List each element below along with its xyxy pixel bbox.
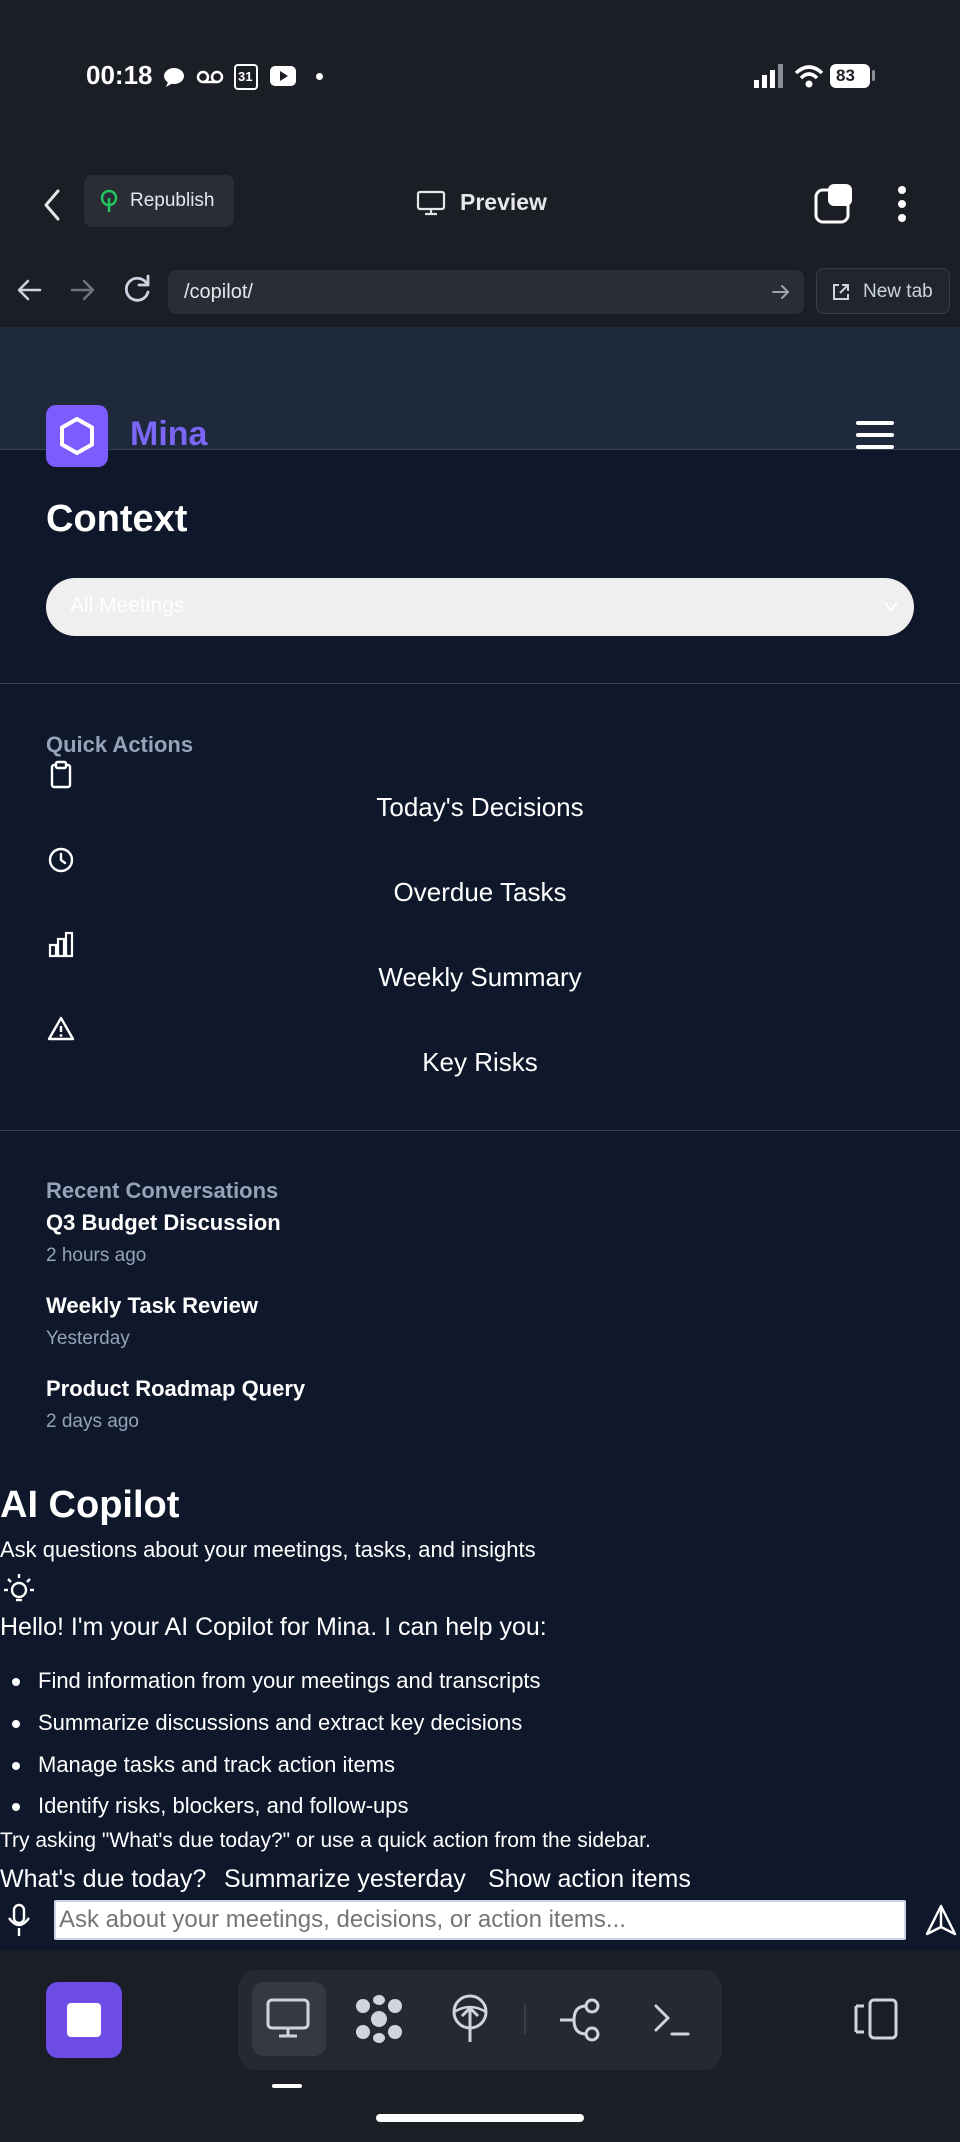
quick-action-label: Weekly Summary xyxy=(378,962,582,992)
agent-tool-icon[interactable] xyxy=(354,1994,404,2044)
send-icon[interactable] xyxy=(924,1903,958,1937)
stop-square-icon xyxy=(67,2003,101,2037)
quick-action-label: Key Risks xyxy=(422,1047,538,1077)
tabs-switcher-icon[interactable] xyxy=(814,182,856,224)
capability-item: Find information from your meetings and … xyxy=(38,1668,541,1693)
terminal-icon[interactable] xyxy=(652,2002,692,2038)
conversation-time: 2 hours ago xyxy=(46,1245,147,1266)
monitor-icon xyxy=(416,190,446,216)
copilot-title: AI Copilot xyxy=(0,1484,180,1526)
toolbar-separator xyxy=(524,2004,526,2034)
clock-icon xyxy=(48,847,74,873)
voicemail-icon xyxy=(196,70,224,84)
quick-action-label: Today's Decisions xyxy=(376,792,584,822)
quick-action-label: Overdue Tasks xyxy=(393,877,567,907)
url-text: /copilot/ xyxy=(184,281,253,303)
git-branch-icon[interactable] xyxy=(558,1998,602,2042)
capability-item: Summarize discussions and extract key de… xyxy=(38,1710,523,1735)
suggestion-button[interactable]: Summarize yesterday xyxy=(224,1865,466,1894)
reload-icon[interactable] xyxy=(122,274,152,304)
chat-bubble-icon xyxy=(164,68,184,87)
bullet xyxy=(12,1678,20,1686)
conversation-time: 2 days ago xyxy=(46,1411,139,1432)
conversation-title: Product Roadmap Query xyxy=(46,1376,306,1401)
conversation-title: Q3 Budget Discussion xyxy=(46,1210,281,1235)
section-divider xyxy=(0,1130,960,1131)
copilot-greeting: Hello! I'm your AI Copilot for Mina. I c… xyxy=(0,1613,547,1641)
lightbulb-icon xyxy=(4,1574,34,1602)
more-notifications-dot xyxy=(316,73,323,80)
more-vertical-icon[interactable] xyxy=(896,184,908,224)
bar-chart-icon xyxy=(48,931,74,958)
monitor-icon xyxy=(266,1998,310,2038)
panel-toggle-icon[interactable] xyxy=(852,1998,898,2040)
browser-back-icon[interactable] xyxy=(16,278,42,302)
microphone-icon[interactable] xyxy=(6,1903,32,1939)
chat-input[interactable] xyxy=(54,1900,906,1940)
go-arrow-icon[interactable] xyxy=(772,284,790,300)
clipboard-icon xyxy=(50,760,72,789)
preview-label: Preview xyxy=(460,189,547,215)
clock: 00:18 xyxy=(86,60,153,90)
section-divider xyxy=(0,683,960,684)
bullet xyxy=(12,1762,20,1770)
copilot-tip: Try asking "What's due today?" or use a … xyxy=(0,1829,651,1852)
suggestion-button[interactable]: What's due today? xyxy=(0,1865,206,1894)
brand-name[interactable]: Mina xyxy=(130,415,207,454)
bullet xyxy=(12,1803,20,1811)
republish-icon xyxy=(100,189,118,212)
new-tab-button[interactable]: New tab xyxy=(816,268,950,314)
conversation-title: Weekly Task Review xyxy=(46,1293,258,1318)
recent-conversations-label: Recent Conversations xyxy=(46,1178,279,1203)
meeting-filter-select[interactable]: All Meetings xyxy=(46,578,914,636)
preview-tab[interactable]: Preview xyxy=(416,184,566,224)
bullet xyxy=(12,1720,20,1728)
status-bar: 00:18 31 83 xyxy=(0,0,960,160)
calendar-day: 31 xyxy=(238,69,253,84)
mina-logo[interactable] xyxy=(46,405,108,467)
conversation-time: Yesterday xyxy=(46,1328,130,1349)
hexagon-logo-icon xyxy=(60,417,94,455)
republish-label: Republish xyxy=(130,190,215,211)
quick-actions-label: Quick Actions xyxy=(46,732,194,757)
deploy-tool-icon[interactable] xyxy=(450,1994,490,2044)
browser-url-bar: /copilot/ New tab xyxy=(0,252,960,328)
copilot-subtitle: Ask questions about your meetings, tasks… xyxy=(0,1537,536,1562)
republish-button[interactable]: Republish xyxy=(84,175,234,227)
context-title: Context xyxy=(46,498,188,540)
new-tab-label: New tab xyxy=(863,281,933,302)
active-tab-indicator xyxy=(272,2084,302,2088)
battery-tip xyxy=(872,70,875,81)
home-indicator[interactable] xyxy=(376,2114,584,2122)
browser-forward-icon[interactable] xyxy=(70,278,96,302)
select-value: All Meetings xyxy=(70,594,185,617)
cell-signal-icon xyxy=(754,64,783,88)
warning-icon xyxy=(47,1016,75,1041)
back-chevron-icon[interactable] xyxy=(42,188,62,222)
chevron-down-icon xyxy=(884,602,898,612)
app-header: Republish Preview xyxy=(0,160,960,252)
capability-item: Manage tasks and track action items xyxy=(38,1752,396,1777)
wifi-icon xyxy=(794,65,824,88)
suggestion-button[interactable]: Show action items xyxy=(488,1865,691,1894)
url-field[interactable]: /copilot/ xyxy=(168,270,804,314)
battery-icon: 83 xyxy=(830,64,870,88)
external-link-icon xyxy=(833,284,849,300)
hamburger-menu-icon[interactable] xyxy=(856,420,894,450)
battery-level: 83 xyxy=(836,66,855,85)
youtube-icon xyxy=(270,66,296,86)
calendar-icon: 31 xyxy=(234,64,258,90)
capability-item: Identify risks, blockers, and follow-ups xyxy=(38,1793,409,1818)
